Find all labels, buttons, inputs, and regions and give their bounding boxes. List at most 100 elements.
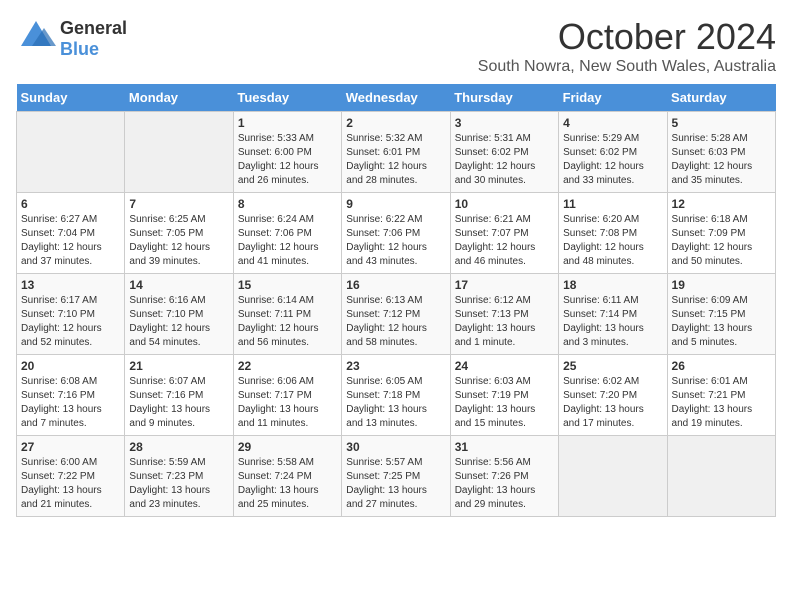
calendar-cell: 25Sunrise: 6:02 AM Sunset: 7:20 PM Dayli… (559, 355, 667, 436)
day-info: Sunrise: 5:33 AM Sunset: 6:00 PM Dayligh… (238, 132, 337, 188)
day-info: Sunrise: 6:16 AM Sunset: 7:10 PM Dayligh… (129, 294, 228, 350)
day-number: 3 (455, 116, 554, 130)
calendar-body: 1 Sunrise: 5:33 AM Sunset: 6:00 PM Daylig… (17, 112, 776, 517)
day-number: 2 (346, 116, 445, 130)
day-info: Sunrise: 6:12 AM Sunset: 7:13 PM Dayligh… (455, 294, 554, 350)
day-number: 7 (129, 197, 228, 211)
day-info: Sunrise: 6:17 AM Sunset: 7:10 PM Dayligh… (21, 294, 120, 350)
calendar-cell: 21Sunrise: 6:07 AM Sunset: 7:16 PM Dayli… (125, 355, 233, 436)
day-number: 27 (21, 440, 120, 454)
day-number: 16 (346, 278, 445, 292)
calendar-header: SundayMondayTuesdayWednesdayThursdayFrid… (17, 84, 776, 112)
day-number: 23 (346, 359, 445, 373)
day-info: Sunrise: 6:21 AM Sunset: 7:07 PM Dayligh… (455, 213, 554, 269)
calendar-cell: 8 Sunrise: 6:24 AM Sunset: 7:06 PM Daylig… (233, 193, 341, 274)
logo: General Blue (16, 16, 127, 61)
day-number: 29 (238, 440, 337, 454)
day-number: 8 (238, 197, 337, 211)
day-number: 28 (129, 440, 228, 454)
calendar-cell: 10 Sunrise: 6:21 AM Sunset: 7:07 PM Dayli… (450, 193, 558, 274)
day-number: 10 (455, 197, 554, 211)
calendar-cell: 1 Sunrise: 5:33 AM Sunset: 6:00 PM Daylig… (233, 112, 341, 193)
day-number: 12 (672, 197, 771, 211)
day-info: Sunrise: 6:02 AM Sunset: 7:20 PM Dayligh… (563, 375, 662, 431)
day-number: 5 (672, 116, 771, 130)
week-row-3: 20 Sunrise: 6:08 AM Sunset: 7:16 PM Dayli… (17, 355, 776, 436)
calendar-cell: 13 Sunrise: 6:17 AM Sunset: 7:10 PM Dayli… (17, 274, 125, 355)
day-number: 19 (672, 278, 771, 292)
day-info: Sunrise: 6:00 AM Sunset: 7:22 PM Dayligh… (21, 456, 120, 512)
day-info: Sunrise: 5:59 AM Sunset: 7:23 PM Dayligh… (129, 456, 228, 512)
calendar-cell: 27 Sunrise: 6:00 AM Sunset: 7:22 PM Dayli… (17, 436, 125, 517)
day-info: Sunrise: 5:58 AM Sunset: 7:24 PM Dayligh… (238, 456, 337, 512)
header-cell-monday: Monday (125, 84, 233, 112)
day-info: Sunrise: 6:13 AM Sunset: 7:12 PM Dayligh… (346, 294, 445, 350)
day-info: Sunrise: 6:05 AM Sunset: 7:18 PM Dayligh… (346, 375, 445, 431)
calendar-cell: 29 Sunrise: 5:58 AM Sunset: 7:24 PM Dayli… (233, 436, 341, 517)
calendar-cell (667, 436, 775, 517)
logo-general-text: General (60, 18, 127, 39)
calendar-cell: 23 Sunrise: 6:05 AM Sunset: 7:18 PM Dayli… (342, 355, 450, 436)
calendar-cell: 11 Sunrise: 6:20 AM Sunset: 7:08 PM Dayli… (559, 193, 667, 274)
day-info: Sunrise: 6:20 AM Sunset: 7:08 PM Dayligh… (563, 213, 662, 269)
week-row-0: 1 Sunrise: 5:33 AM Sunset: 6:00 PM Daylig… (17, 112, 776, 193)
calendar-cell: 31Sunrise: 5:56 AM Sunset: 7:26 PM Dayli… (450, 436, 558, 517)
day-number: 6 (21, 197, 120, 211)
day-info: Sunrise: 5:29 AM Sunset: 6:02 PM Dayligh… (563, 132, 662, 188)
day-info: Sunrise: 6:08 AM Sunset: 7:16 PM Dayligh… (21, 375, 120, 431)
header-cell-saturday: Saturday (667, 84, 775, 112)
calendar-cell: 30 Sunrise: 5:57 AM Sunset: 7:25 PM Dayli… (342, 436, 450, 517)
calendar-cell: 22 Sunrise: 6:06 AM Sunset: 7:17 PM Dayli… (233, 355, 341, 436)
calendar-cell: 15 Sunrise: 6:14 AM Sunset: 7:11 PM Dayli… (233, 274, 341, 355)
calendar-cell: 5 Sunrise: 5:28 AM Sunset: 6:03 PM Daylig… (667, 112, 775, 193)
calendar-cell: 17Sunrise: 6:12 AM Sunset: 7:13 PM Dayli… (450, 274, 558, 355)
header-cell-tuesday: Tuesday (233, 84, 341, 112)
logo-blue-text: Blue (60, 39, 127, 60)
day-info: Sunrise: 6:03 AM Sunset: 7:19 PM Dayligh… (455, 375, 554, 431)
day-number: 13 (21, 278, 120, 292)
day-number: 24 (455, 359, 554, 373)
day-number: 15 (238, 278, 337, 292)
day-info: Sunrise: 6:06 AM Sunset: 7:17 PM Dayligh… (238, 375, 337, 431)
day-info: Sunrise: 6:25 AM Sunset: 7:05 PM Dayligh… (129, 213, 228, 269)
calendar-cell: 20 Sunrise: 6:08 AM Sunset: 7:16 PM Dayli… (17, 355, 125, 436)
day-number: 22 (238, 359, 337, 373)
header-cell-friday: Friday (559, 84, 667, 112)
day-info: Sunrise: 6:09 AM Sunset: 7:15 PM Dayligh… (672, 294, 771, 350)
day-info: Sunrise: 6:14 AM Sunset: 7:11 PM Dayligh… (238, 294, 337, 350)
day-info: Sunrise: 5:28 AM Sunset: 6:03 PM Dayligh… (672, 132, 771, 188)
page-header: General Blue October 2024 South Nowra, N… (16, 16, 776, 76)
calendar-cell: 12Sunrise: 6:18 AM Sunset: 7:09 PM Dayli… (667, 193, 775, 274)
day-info: Sunrise: 5:32 AM Sunset: 6:01 PM Dayligh… (346, 132, 445, 188)
calendar-cell: 28 Sunrise: 5:59 AM Sunset: 7:23 PM Dayli… (125, 436, 233, 517)
day-info: Sunrise: 6:01 AM Sunset: 7:21 PM Dayligh… (672, 375, 771, 431)
day-number: 26 (672, 359, 771, 373)
calendar-cell: 6Sunrise: 6:27 AM Sunset: 7:04 PM Daylig… (17, 193, 125, 274)
calendar-cell: 18Sunrise: 6:11 AM Sunset: 7:14 PM Dayli… (559, 274, 667, 355)
day-number: 4 (563, 116, 662, 130)
calendar-cell: 16 Sunrise: 6:13 AM Sunset: 7:12 PM Dayli… (342, 274, 450, 355)
calendar-cell: 14 Sunrise: 6:16 AM Sunset: 7:10 PM Dayli… (125, 274, 233, 355)
day-number: 9 (346, 197, 445, 211)
calendar-cell: 24 Sunrise: 6:03 AM Sunset: 7:19 PM Dayli… (450, 355, 558, 436)
calendar-cell (125, 112, 233, 193)
day-info: Sunrise: 6:24 AM Sunset: 7:06 PM Dayligh… (238, 213, 337, 269)
header-cell-sunday: Sunday (17, 84, 125, 112)
day-number: 31 (455, 440, 554, 454)
calendar-cell: 19 Sunrise: 6:09 AM Sunset: 7:15 PM Dayli… (667, 274, 775, 355)
day-number: 21 (129, 359, 228, 373)
day-number: 1 (238, 116, 337, 130)
calendar-cell: 9Sunrise: 6:22 AM Sunset: 7:06 PM Daylig… (342, 193, 450, 274)
day-info: Sunrise: 5:57 AM Sunset: 7:25 PM Dayligh… (346, 456, 445, 512)
calendar-cell: 26 Sunrise: 6:01 AM Sunset: 7:21 PM Dayli… (667, 355, 775, 436)
day-number: 20 (21, 359, 120, 373)
location-title: South Nowra, New South Wales, Australia (478, 58, 776, 76)
calendar-cell: 7 Sunrise: 6:25 AM Sunset: 7:05 PM Daylig… (125, 193, 233, 274)
day-number: 30 (346, 440, 445, 454)
title-block: October 2024 South Nowra, New South Wale… (478, 16, 776, 76)
header-row: SundayMondayTuesdayWednesdayThursdayFrid… (17, 84, 776, 112)
day-number: 11 (563, 197, 662, 211)
week-row-1: 6Sunrise: 6:27 AM Sunset: 7:04 PM Daylig… (17, 193, 776, 274)
calendar-cell (559, 436, 667, 517)
day-number: 14 (129, 278, 228, 292)
